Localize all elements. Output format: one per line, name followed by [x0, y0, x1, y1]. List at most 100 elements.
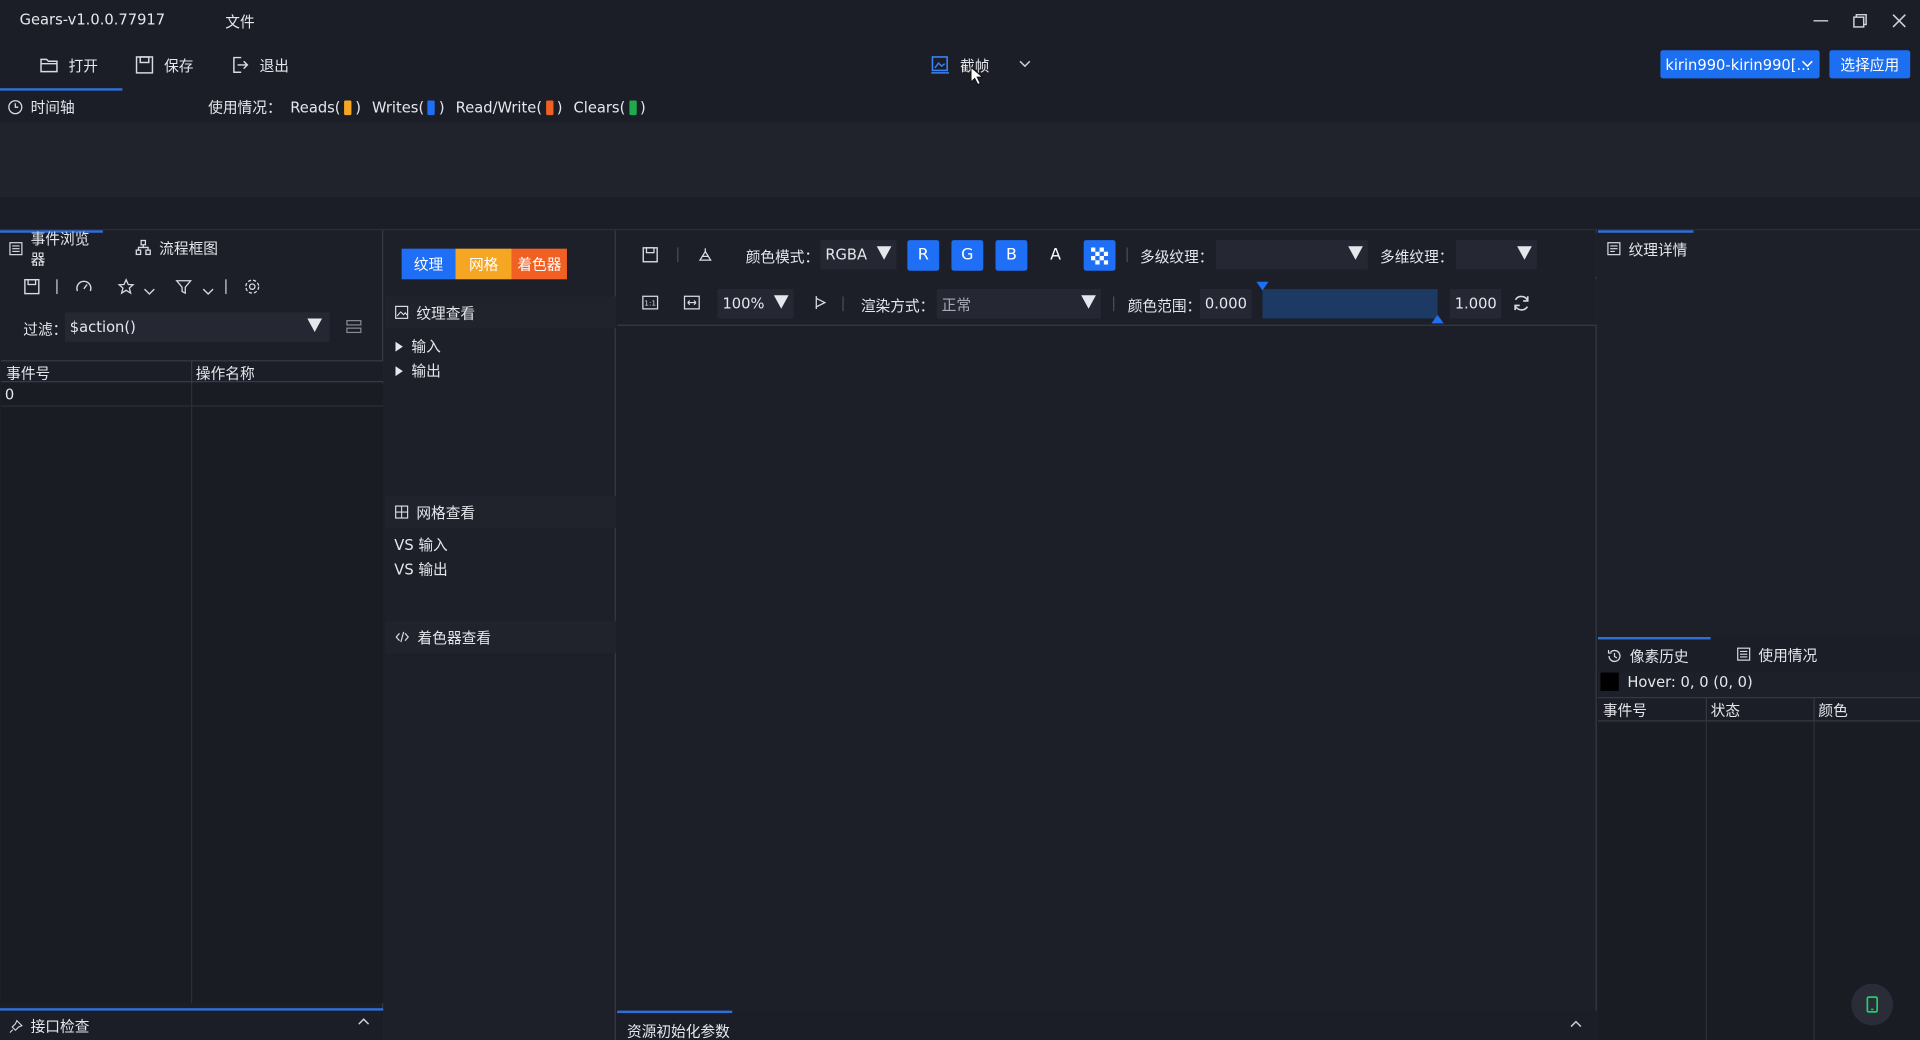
code-icon	[395, 631, 410, 643]
collapse-resource-init[interactable]	[1570, 1016, 1582, 1033]
chevron-down-icon	[1801, 60, 1813, 68]
color-range-slider[interactable]	[1262, 289, 1438, 319]
menu-file[interactable]: 文件	[225, 11, 254, 32]
toolbar-separator	[1126, 247, 1128, 263]
event-speed-button[interactable]	[75, 278, 93, 299]
shader-view-header[interactable]: 着色器查看	[384, 621, 616, 653]
tab-texture-details[interactable]: 纹理详情	[1597, 230, 1694, 264]
caret-down-icon	[876, 246, 892, 260]
event-save-button[interactable]	[23, 278, 40, 299]
viewer-save-button[interactable]	[642, 246, 659, 267]
filter-input[interactable]: $action()	[64, 312, 330, 342]
tree-item-output-label: 输出	[411, 362, 441, 380]
mip-level-select[interactable]	[1215, 240, 1368, 270]
texture-viewer[interactable]	[617, 230, 1597, 1040]
exit-label: 退出	[259, 56, 290, 75]
column-status[interactable]: 状态	[1711, 699, 1740, 720]
color-range-label: 颜色范围：	[1127, 297, 1202, 315]
triangle-right-icon	[395, 341, 403, 351]
slice-select[interactable]	[1455, 240, 1537, 270]
range-max-handle[interactable]	[1431, 314, 1444, 324]
event-settings-button[interactable]	[244, 278, 261, 299]
minimize-button[interactable]	[1807, 7, 1834, 34]
reset-range-button[interactable]	[1512, 294, 1530, 316]
viewer-pick-button[interactable]	[697, 246, 714, 267]
tab-pixel-history[interactable]: 像素历史	[1597, 637, 1711, 671]
render-mode-label: 渲染方式：	[860, 297, 935, 315]
pixel-history-table-header: 事件号 状态 颜色	[1597, 697, 1920, 722]
toolbar-separator	[225, 279, 227, 294]
channel-b-toggle[interactable]: B	[995, 240, 1028, 271]
mesh-view-header[interactable]: 网格查看	[384, 496, 616, 528]
event-filter-button[interactable]	[175, 278, 193, 299]
tab-usage[interactable]: 使用情况	[1736, 637, 1817, 671]
list-icon	[9, 241, 24, 256]
tab-resource-init-params[interactable]: 资源初始化参数	[617, 1010, 733, 1040]
texture-view-label: 纹理查看	[416, 304, 476, 322]
zoom-select[interactable]: 100%	[717, 289, 794, 319]
tree-item-output[interactable]: 输出	[394, 360, 441, 381]
legend-readwrite-swatch	[545, 99, 554, 115]
restore-button[interactable]	[1847, 7, 1874, 34]
tab-interface-check[interactable]: 接口检查	[9, 1016, 89, 1037]
capture-dropdown[interactable]	[1018, 56, 1033, 73]
tab-usage-label: 使用情况	[1758, 646, 1818, 664]
save-label: 保存	[164, 56, 194, 75]
legend-paren: )	[640, 98, 646, 116]
legend-clears-label: Clears(	[573, 98, 626, 116]
channel-g-toggle[interactable]: G	[951, 240, 984, 271]
filter-settings-button[interactable]	[345, 319, 362, 340]
event-bookmark-button[interactable]	[117, 278, 135, 299]
segment-mesh[interactable]: 网格	[455, 248, 512, 280]
column-color[interactable]: 颜色	[1818, 699, 1847, 720]
device-status-button[interactable]	[1851, 983, 1894, 1026]
tab-texture-details-label: 纹理详情	[1628, 240, 1688, 258]
select-app-button[interactable]: 选择应用	[1829, 50, 1911, 79]
flowchart-icon	[135, 239, 152, 256]
open-label: 打开	[68, 56, 98, 75]
range-min-input[interactable]: 0.000	[1200, 289, 1252, 319]
tree-item-vs-output-label: VS 输出	[394, 561, 448, 579]
tree-item-vs-input[interactable]: VS 输入	[394, 534, 447, 555]
device-select-value: kirin990-kirin990[...	[1665, 55, 1811, 73]
star-icon	[117, 278, 135, 295]
tree-item-input[interactable]: 输入	[394, 336, 441, 357]
close-button[interactable]	[1886, 7, 1913, 34]
tree-item-vs-output[interactable]: VS 输出	[394, 559, 447, 580]
fit-window-button[interactable]	[683, 295, 700, 313]
channel-r-toggle[interactable]: R	[907, 240, 940, 271]
tab-timeline[interactable]: 时间轴	[0, 88, 123, 122]
tree-item-input-label: 输入	[411, 338, 441, 356]
render-mode-value: 正常	[941, 295, 972, 313]
column-event-id[interactable]: 事件号	[6, 363, 50, 384]
render-mode-select[interactable]: 正常	[936, 289, 1101, 319]
range-min-handle[interactable]	[1256, 281, 1269, 291]
bookmark-dropdown[interactable]	[143, 283, 155, 300]
segment-shader[interactable]: 着色器	[511, 248, 567, 280]
column-event-id[interactable]: 事件号	[1603, 699, 1647, 720]
device-select[interactable]: kirin990-kirin990[...	[1660, 50, 1820, 79]
collapse-interface-check[interactable]	[358, 1013, 370, 1030]
mip-level-label: 多级纹理：	[1140, 248, 1214, 266]
app-window: Gears-v1.0.0.77917 文件 打开 保存 退出 截帧 kirin9…	[0, 0, 1920, 1040]
history-icon	[1607, 647, 1623, 663]
toolbar-separator	[842, 296, 844, 312]
texture-view-header[interactable]: 纹理查看	[384, 296, 616, 329]
channel-a-toggle[interactable]: A	[1040, 240, 1072, 271]
checkerboard-toggle[interactable]	[1083, 240, 1116, 271]
actual-size-icon: 1:1	[642, 295, 659, 310]
tab-event-browser[interactable]: 事件浏览器	[0, 230, 103, 268]
column-operation-name[interactable]: 操作名称	[196, 363, 255, 384]
save-button[interactable]: 保存	[135, 51, 194, 78]
open-button[interactable]: 打开	[39, 51, 98, 78]
fit-actual-size-button[interactable]: 1:1	[642, 295, 659, 313]
color-mode-select[interactable]: RGBA	[820, 240, 897, 270]
tab-flow-chart[interactable]: 流程框图	[135, 230, 218, 264]
filter-dropdown[interactable]	[202, 283, 214, 300]
table-row[interactable]: 0	[1, 383, 384, 407]
range-max-input[interactable]: 1.000	[1449, 289, 1502, 319]
flip-button[interactable]	[813, 294, 830, 315]
tab-pixel-history-label: 像素历史	[1629, 647, 1689, 665]
exit-button[interactable]: 退出	[230, 51, 289, 78]
segment-texture[interactable]: 纹理	[401, 248, 456, 280]
